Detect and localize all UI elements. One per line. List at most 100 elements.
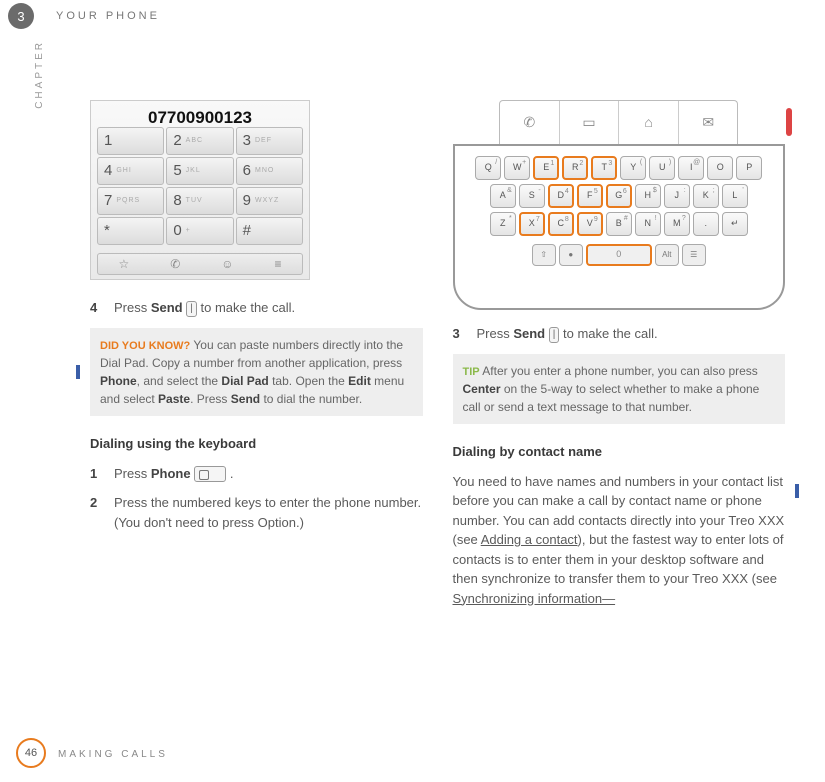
dialpad-key: 8TUV (166, 187, 233, 215)
dialpad-key: 7PQRS (97, 187, 164, 215)
keyboard-body: /Q+W1E2R3T(Y)U@IOP &A-S4D5F6G$H:J;K'L *Z… (453, 144, 786, 310)
keyboard-key: ↵ (722, 212, 748, 236)
phone-key-icon (194, 466, 226, 482)
text: on the 5-way to select whether to make a… (463, 382, 760, 414)
dialpad-key: 1 (97, 127, 164, 155)
keyboard-top-buttons: ✆ ▭ ⌂ ✉ (499, 100, 738, 144)
text: . Press (190, 392, 231, 406)
keyboard-key: -S (519, 184, 545, 208)
step-3: 3 Press Send | to make the call. (453, 324, 786, 344)
keyboard-illustration: ✆ ▭ ⌂ ✉ /Q+W1E2R3T(Y)U@IOP &A-S4D5F6G$H:… (453, 100, 786, 310)
tip-label: TIP (463, 366, 480, 378)
dialpad-key: 2ABC (166, 127, 233, 155)
dialpad-key: 4GHI (97, 157, 164, 185)
step-text: Press Phone . (114, 464, 423, 484)
option-key-icon: ● (559, 244, 583, 266)
text: Press (477, 326, 514, 341)
list-glyph-icon: ≡ (274, 255, 281, 273)
dialpad-key: # (236, 217, 303, 245)
send-label: Send (151, 300, 183, 315)
step-2: 2 Press the numbered keys to enter the p… (90, 493, 423, 532)
text: to make the call. (559, 326, 657, 341)
keyboard-key: $H (635, 184, 661, 208)
keyboard-key: 'L (722, 184, 748, 208)
keyboard-row-1: /Q+W1E2R3T(Y)U@IOP (475, 156, 762, 180)
tip-box: TIP After you enter a phone number, you … (453, 354, 786, 425)
callout-tick-icon (76, 365, 80, 379)
keyboard-space-row: ⇧ ● 0 Alt ☰ (532, 244, 706, 266)
keyboard-key: *Z (490, 212, 516, 236)
callout-tick-icon (795, 484, 799, 498)
keyboard-key: O (707, 156, 733, 180)
text: to dial the number. (260, 392, 362, 406)
text: to make the call. (197, 300, 295, 315)
keyboard-key: @I (678, 156, 704, 180)
page-number-badge: 46 (16, 738, 46, 768)
keyboard-key: (Y (620, 156, 646, 180)
phone-label: Phone (151, 466, 191, 481)
heading-dialing-keyboard: Dialing using the keyboard (90, 434, 423, 454)
content-columns: 07700900123 12ABC3DEF4GHI5JKL6MNO7PQRS8T… (90, 100, 785, 722)
page-footer: 46 MAKING CALLS (0, 738, 825, 768)
dialpad-key: 0+ (166, 217, 233, 245)
heading-dialing-contact: Dialing by contact name (453, 442, 786, 462)
keyboard-key: 8C (548, 212, 574, 236)
home-top-icon: ⌂ (619, 101, 679, 144)
step-number: 1 (90, 464, 104, 484)
keyboard-key: 4D (548, 184, 574, 208)
dialpad-screenshot: 07700900123 12ABC3DEF4GHI5JKL6MNO7PQRS8T… (90, 100, 310, 280)
text: Send (231, 392, 260, 406)
text: Dial Pad (221, 374, 268, 388)
keyboard-key: P (736, 156, 762, 180)
step-number: 4 (90, 298, 104, 318)
keyboard-key: :J (664, 184, 690, 208)
link-synchronizing[interactable]: Synchronizing information— (453, 591, 616, 606)
keyboard-key: ;K (693, 184, 719, 208)
people-glyph-icon: ☺ (221, 255, 233, 273)
dialpad-grid: 12ABC3DEF4GHI5JKL6MNO7PQRS8TUV9WXYZ*0+# (97, 127, 303, 245)
page-header-title: YOUR PHONE (56, 10, 160, 22)
keyboard-key: /Q (475, 156, 501, 180)
did-you-know-box: DID YOU KNOW? You can paste numbers dire… (90, 328, 423, 417)
text: Phone (100, 374, 137, 388)
keyboard-row-2: &A-S4D5F6G$H:J;K'L (490, 184, 748, 208)
step-text: Press Send | to make the call. (114, 298, 423, 318)
send-label: Send (513, 326, 545, 341)
chapter-badge: 3 (8, 3, 34, 29)
text: Press (114, 300, 151, 315)
step-number: 3 (453, 324, 467, 344)
dialpad-key: 3DEF (236, 127, 303, 155)
text: Paste (158, 392, 190, 406)
text: . (226, 466, 233, 481)
dialpad-key: * (97, 217, 164, 245)
text: Center (463, 382, 501, 396)
menu-key-icon: ☰ (682, 244, 706, 266)
step-1: 1 Press Phone . (90, 464, 423, 484)
step-4: 4 Press Send | to make the call. (90, 298, 423, 318)
keyboard-key: 1E (533, 156, 559, 180)
dyk-label: DID YOU KNOW? (100, 340, 190, 352)
keyboard-key: !N (635, 212, 661, 236)
contact-paragraph: You need to have names and numbers in yo… (453, 472, 786, 609)
keyboard-key: 3T (591, 156, 617, 180)
keyboard-key: 7X (519, 212, 545, 236)
alt-key: Alt (655, 244, 679, 266)
spacebar-key: 0 (586, 244, 652, 266)
text: Press (114, 466, 151, 481)
footer-section-label: MAKING CALLS (58, 749, 168, 760)
keyboard-key: &A (490, 184, 516, 208)
step-number: 2 (90, 493, 104, 532)
link-adding-contact[interactable]: Adding a contact (481, 532, 578, 547)
step-text: Press Send | to make the call. (477, 324, 786, 344)
keyboard-key: 5F (577, 184, 603, 208)
keyboard-key: 9V (577, 212, 603, 236)
keyboard-key: 2R (562, 156, 588, 180)
left-column: 07700900123 12ABC3DEF4GHI5JKL6MNO7PQRS8T… (90, 100, 423, 722)
phone-glyph-icon: ✆ (170, 255, 180, 273)
send-icon: | (549, 327, 560, 343)
mail-top-icon: ✉ (679, 101, 738, 144)
dialpad-key: 6MNO (236, 157, 303, 185)
chapter-side-label: CHAPTER (34, 40, 45, 109)
shift-key-icon: ⇧ (532, 244, 556, 266)
keyboard-key: #B (606, 212, 632, 236)
